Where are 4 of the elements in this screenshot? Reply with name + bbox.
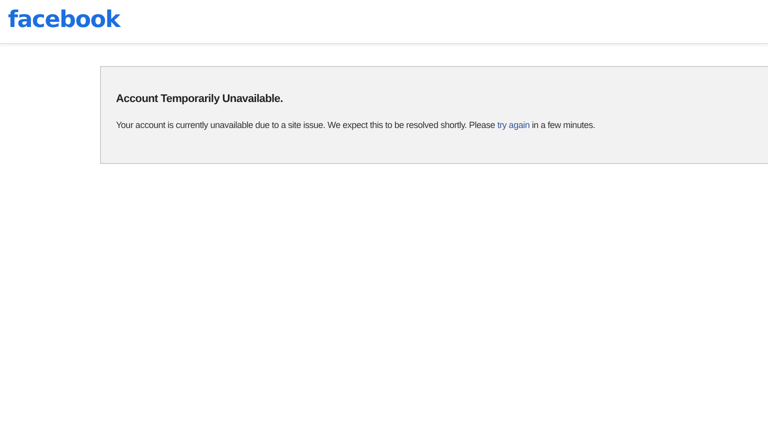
try-again-link[interactable]: try again (497, 120, 530, 130)
notice-title: Account Temporarily Unavailable. (116, 93, 283, 105)
facebook-logo[interactable]: facebook (8, 6, 120, 32)
notice-message: Your account is currently unavailable due to a site issue. We expect this to be resolved shortly. Please try again in a few minutes. (116, 120, 596, 130)
